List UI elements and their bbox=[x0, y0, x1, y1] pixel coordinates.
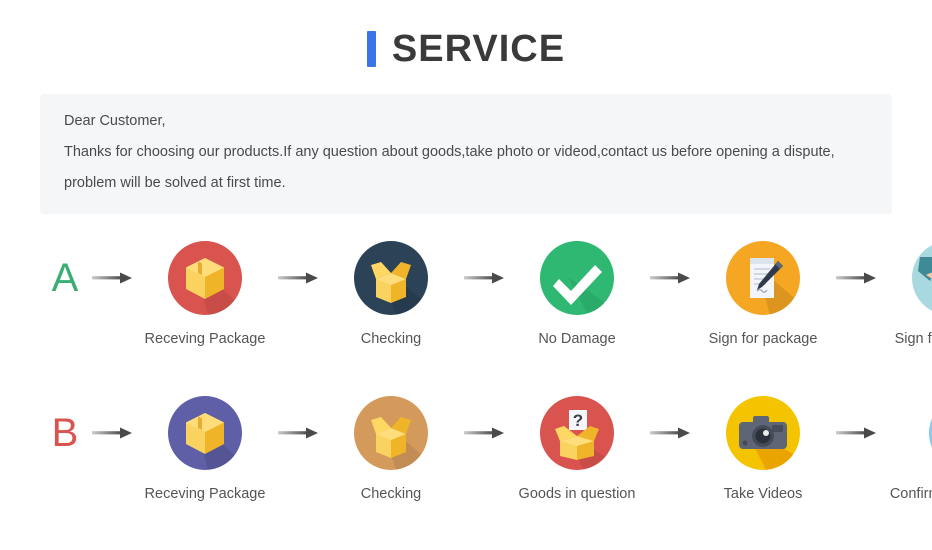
arrow-right-icon bbox=[86, 241, 138, 315]
flow-b-step-4-label: Take Videos bbox=[723, 486, 803, 503]
notice-line-3: problem will be solved at first time. bbox=[64, 174, 286, 191]
flow-a-step-2: Checking bbox=[324, 236, 458, 349]
arrow-right-icon bbox=[272, 241, 324, 315]
arrow-right-icon bbox=[86, 396, 138, 470]
notice-line-1: Dear Customer, bbox=[64, 113, 166, 129]
flow-b-step-1: Receving Package bbox=[138, 391, 272, 504]
flow-b-step-5: Confirm problem,refund money bbox=[882, 391, 932, 525]
flow-a-step-2-label: Checking bbox=[360, 330, 422, 347]
flow-a-letter: A bbox=[51, 255, 79, 300]
svg-text:?: ? bbox=[573, 411, 583, 430]
flow-row-b: B Receving Package Checking ? Goods in q… bbox=[0, 391, 932, 525]
document-pen-icon bbox=[726, 240, 800, 315]
flow-a-step-3: No Damage bbox=[510, 236, 644, 349]
service-page: SERVICE Dear Customer, Thanks for choosi… bbox=[0, 0, 932, 550]
flow-b-step-3: ? Goods in question bbox=[510, 391, 644, 504]
arrow-right-icon bbox=[830, 396, 882, 470]
open-box-icon bbox=[354, 396, 428, 471]
open-box-icon bbox=[354, 240, 428, 315]
arrow-right-icon bbox=[644, 241, 696, 315]
flow-b-step-4: Take Videos bbox=[696, 391, 830, 504]
page-title-text: SERVICE bbox=[391, 28, 566, 70]
flow-b-step-2-label: Checking bbox=[360, 486, 422, 503]
closed-box-icon bbox=[168, 240, 242, 315]
title-accent-bar bbox=[366, 31, 376, 67]
arrow-right-icon bbox=[272, 396, 324, 470]
check-mark-icon bbox=[540, 240, 614, 315]
flow-a-step-3-label: No Damage bbox=[538, 330, 616, 347]
notice-line-2: Thanks for choosing our products.If any … bbox=[64, 143, 835, 160]
question-box-icon: ? bbox=[540, 396, 614, 471]
closed-box-icon bbox=[168, 396, 242, 471]
handshake-icon bbox=[912, 240, 932, 315]
customer-notice-panel: Dear Customer, Thanks for choosing our p… bbox=[40, 94, 892, 214]
arrow-right-icon bbox=[458, 396, 510, 470]
arrow-right-icon bbox=[644, 396, 696, 470]
flow-b-step-5-label: Confirm problem,refund money bbox=[889, 486, 932, 503]
arrow-right-icon bbox=[830, 241, 882, 315]
flow-b-letter: B bbox=[51, 411, 79, 456]
flow-a-step-1-label: Receving Package bbox=[144, 330, 266, 347]
flow-b-step-2: Checking bbox=[324, 391, 458, 504]
page-title: SERVICE bbox=[0, 0, 932, 80]
flow-row-a: A Receving Package Checking No Damage Si… bbox=[0, 236, 932, 349]
flow-a-step-5: Sign for package bbox=[882, 236, 932, 349]
flow-a-step-4-label: Sign for package bbox=[708, 330, 818, 347]
flow-a-step-5-label: Sign for package bbox=[894, 330, 932, 347]
camera-icon bbox=[726, 396, 800, 471]
arrow-right-icon bbox=[458, 241, 510, 315]
flow-a-step-1: Receving Package bbox=[138, 236, 272, 349]
flow-b-step-3-label: Goods in question bbox=[518, 486, 636, 503]
flow-b-step-1-label: Receving Package bbox=[144, 486, 266, 503]
flow-a-step-4: Sign for package bbox=[696, 236, 830, 349]
